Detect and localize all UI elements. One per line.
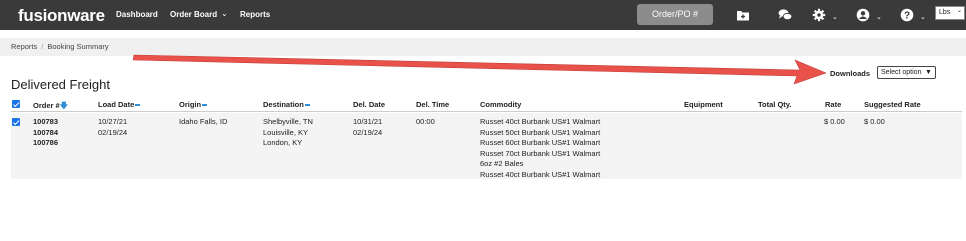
commodity: Russet 60ct Burbank US#1 Walmart	[480, 138, 601, 147]
order-number[interactable]: 100783	[33, 117, 58, 128]
col-del-date[interactable]: Del. Date	[353, 100, 385, 109]
destinations: Shelbyville, TN Louisville, KY London, K…	[263, 117, 313, 149]
rate-cell: $ 0.00	[824, 117, 845, 126]
destination: London, KY	[263, 138, 303, 147]
svg-text:?: ?	[904, 11, 910, 22]
nav-order-board[interactable]: Order Board	[170, 10, 217, 19]
nav-reports[interactable]: Reports	[240, 10, 270, 19]
destination: Louisville, KY	[263, 127, 309, 137]
breadcrumb-booking-summary: Booking Summary	[47, 42, 109, 51]
app-logo[interactable]: fusionware	[18, 6, 105, 26]
commodity: Russet 40ct Burbank US#1 Walmart	[480, 169, 601, 179]
table-header: Order #🡇 Load Date Origin Destination De…	[11, 96, 962, 112]
commodity: Russet 40ct Burbank US#1 Walmart	[480, 117, 601, 126]
sort-indicator[interactable]	[202, 104, 208, 107]
col-origin[interactable]: Origin	[179, 100, 208, 109]
load-date: 10/27/21	[98, 117, 128, 126]
select-all-checkbox[interactable]	[12, 100, 20, 108]
breadcrumb: Reports / Booking Summary	[0, 38, 966, 56]
order-numbers[interactable]: 100783 100784 100786	[33, 117, 58, 149]
breadcrumb-reports[interactable]: Reports	[11, 42, 37, 51]
load-dates: 10/27/21 02/19/24	[98, 117, 127, 138]
table-row[interactable]: 100783 100784 100786 10/27/21 02/19/24 I…	[11, 113, 962, 179]
col-del-time[interactable]: Del. Time	[416, 100, 449, 109]
page-title: Delivered Freight	[11, 77, 110, 92]
user-icon[interactable]	[856, 8, 870, 22]
chat-icon[interactable]	[778, 8, 792, 22]
origin-cell: Idaho Falls, ID	[179, 117, 228, 126]
chevron-down-icon[interactable]: ⌄	[221, 9, 228, 18]
add-document-icon[interactable]	[736, 8, 750, 22]
col-order[interactable]: Order #🡇	[33, 100, 68, 114]
top-navbar: fusionware Dashboard Order Board ⌄ Repor…	[0, 0, 966, 30]
chevron-down-icon[interactable]: ⌄	[876, 13, 882, 21]
order-number[interactable]: 100784	[33, 128, 58, 139]
order-number[interactable]: 100786	[33, 138, 58, 149]
del-date: 10/31/21	[353, 117, 383, 126]
commodities: Russet 40ct Burbank US#1 Walmart Russet …	[480, 117, 600, 180]
sort-arrow-icon[interactable]: 🡇	[60, 101, 68, 110]
col-total-qty[interactable]: Total Qty.	[758, 100, 791, 109]
col-commodity[interactable]: Commodity	[480, 100, 521, 109]
del-dates: 10/31/21 02/19/24	[353, 117, 382, 138]
commodity: Russet 50ct Burbank US#1 Walmart	[480, 127, 601, 137]
del-time-cell: 00:00	[416, 117, 435, 126]
destination: Shelbyville, TN	[263, 117, 313, 126]
col-rate[interactable]: Rate	[825, 100, 841, 109]
col-load-date[interactable]: Load Date	[98, 100, 141, 109]
chevron-down-icon: ▼	[925, 69, 932, 76]
order-po-search-button[interactable]: Order/PO #	[637, 4, 713, 25]
suggested-rate-cell: $ 0.00	[864, 117, 885, 126]
chevron-down-icon: ⌄	[957, 8, 963, 14]
col-destination[interactable]: Destination	[263, 100, 310, 109]
commodity: Russet 70ct Burbank US#1 Walmart	[480, 148, 601, 158]
col-suggested-rate[interactable]: Suggested Rate	[864, 100, 921, 109]
help-icon[interactable]: ?	[900, 8, 914, 22]
downloads-label: Downloads	[830, 69, 871, 78]
row-checkbox[interactable]	[12, 118, 20, 126]
load-date: 02/19/24	[98, 127, 128, 137]
sort-indicator[interactable]	[304, 104, 310, 107]
chevron-down-icon[interactable]: ⌄	[832, 13, 838, 21]
gear-icon[interactable]	[812, 8, 826, 22]
del-date: 02/19/24	[353, 127, 383, 137]
nav-dashboard[interactable]: Dashboard	[116, 10, 158, 19]
commodity: 6oz #2 Bales	[480, 159, 524, 168]
col-equipment[interactable]: Equipment	[684, 100, 723, 109]
sort-indicator[interactable]	[135, 104, 141, 107]
chevron-down-icon[interactable]: ⌄	[920, 13, 926, 21]
breadcrumb-separator: /	[41, 42, 44, 51]
